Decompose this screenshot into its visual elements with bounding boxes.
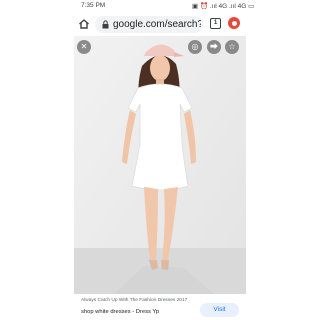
menu-icon[interactable]	[228, 17, 240, 29]
result-title[interactable]: shop white dresses - Dress Yp	[81, 309, 159, 315]
share-icon[interactable]: ⮕	[207, 40, 221, 54]
image-viewer: ✕ ◎ ⮕ ☆	[74, 36, 246, 294]
save-icon[interactable]: ☆	[225, 40, 239, 54]
lens-icon[interactable]: ◎	[188, 40, 202, 54]
url-text: google.com/search?c	[113, 19, 201, 30]
status-indicators: ▣ ⏰ .ııl 4G .ııl 4G ▭	[192, 3, 255, 10]
close-icon[interactable]: ✕	[77, 40, 91, 54]
home-icon[interactable]	[78, 18, 90, 30]
result-photo[interactable]	[74, 36, 246, 294]
lock-icon	[102, 20, 109, 29]
tabs-icon[interactable]: 1	[210, 18, 221, 29]
status-bar: 7:35 PM ▣ ⏰ .ııl 4G .ııl 4G ▭	[0, 0, 320, 12]
status-time: 7:35 PM	[81, 2, 106, 9]
visit-button[interactable]: Visit	[200, 303, 239, 317]
browser-toolbar: google.com/search?c 1	[0, 12, 320, 38]
address-bar[interactable]: google.com/search?c	[95, 16, 203, 33]
result-site: Always Catch Up With The Fashion Dresses…	[81, 298, 188, 303]
